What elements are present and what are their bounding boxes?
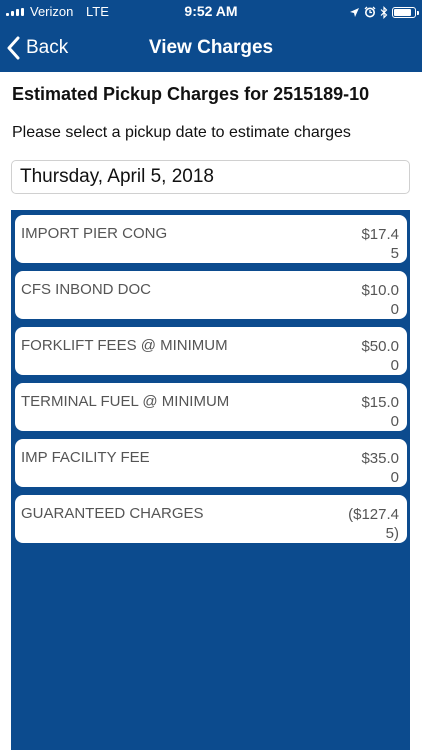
charge-amount: $15.00 xyxy=(361,394,399,430)
charge-item-total: GUARANTEED CHARGES ($127.45) xyxy=(15,495,407,543)
charge-name: CFS INBOND DOC xyxy=(21,281,152,298)
header-bar: Verizon LTE 9:52 AM Back View Charges xyxy=(0,0,422,72)
instruction-text: Please select a pickup date to estimate … xyxy=(12,124,351,141)
charge-name: FORKLIFT FEES @ MINIMUM xyxy=(21,337,228,354)
charge-name: IMPORT PIER CONG xyxy=(21,225,168,242)
status-bar: Verizon LTE 9:52 AM xyxy=(0,0,422,24)
charge-name: GUARANTEED CHARGES xyxy=(21,505,204,522)
battery-icon xyxy=(392,6,419,18)
location-arrow-icon xyxy=(350,7,359,17)
page-title: View Charges xyxy=(148,37,274,58)
charge-item: CFS INBOND DOC $10.00 xyxy=(15,271,407,319)
charges-list: IMPORT PIER CONG $17.45 CFS INBOND DOC $… xyxy=(11,210,410,750)
charge-item: IMPORT PIER CONG $17.45 xyxy=(15,215,407,263)
charges-heading: Estimated Pickup Charges for 2515189-10 xyxy=(12,84,370,104)
charge-item: FORKLIFT FEES @ MINIMUM $50.00 xyxy=(15,327,407,375)
navigation-bar: Back View Charges xyxy=(0,24,422,72)
charge-amount: $17.45 xyxy=(361,226,399,262)
charge-amount: $35.00 xyxy=(361,450,399,486)
charge-name: TERMINAL FUEL @ MINIMUM xyxy=(21,393,230,410)
charge-item: IMP FACILITY FEE $35.00 xyxy=(15,439,407,487)
bluetooth-icon xyxy=(380,5,388,19)
alarm-clock-icon xyxy=(364,6,376,18)
status-icons xyxy=(349,3,419,21)
battery-level-fill xyxy=(394,8,411,16)
charge-name: IMP FACILITY FEE xyxy=(21,449,150,466)
pickup-date-field[interactable]: Thursday, April 5, 2018 xyxy=(11,160,410,194)
charge-amount: $50.00 xyxy=(361,338,399,374)
charge-amount: $10.00 xyxy=(361,282,399,318)
charge-amount: ($127.45) xyxy=(348,506,399,542)
charge-item: TERMINAL FUEL @ MINIMUM $15.00 xyxy=(15,383,407,431)
